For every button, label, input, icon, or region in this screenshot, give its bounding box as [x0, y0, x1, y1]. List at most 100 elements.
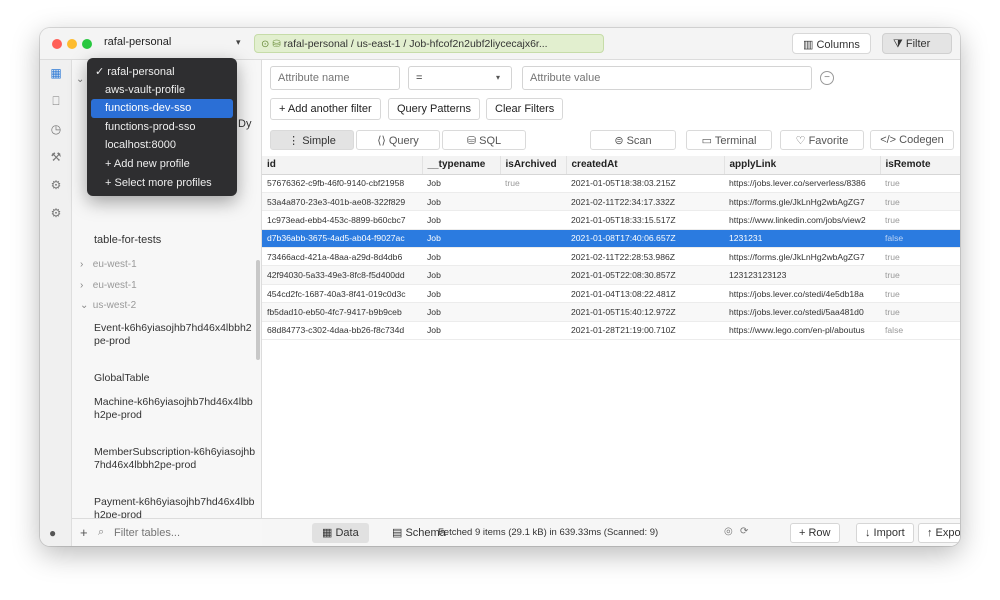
cell-applylink[interactable]: https://www.linkedin.com/jobs/view2	[724, 210, 880, 230]
cell-isarchived[interactable]	[500, 229, 566, 249]
cell-createdat[interactable]: 2021-02-11T22:28:53.986Z	[566, 247, 724, 267]
profile-menu-item-rafal-personal[interactable]: ✓ rafal-personal	[91, 62, 233, 81]
attribute-name-input[interactable]	[270, 66, 400, 90]
cell-typename[interactable]: Job	[422, 210, 500, 230]
cell-applylink[interactable]: https://jobs.lever.co/stedi/5aa481d0	[724, 302, 880, 322]
sidebar-item-globaltable[interactable]: GlobalTable	[94, 372, 256, 385]
table-row[interactable]: 68d84773-c302-4daa-bb26-f8c734d Job 2021…	[262, 321, 960, 341]
cell-isarchived[interactable]	[500, 321, 566, 341]
favorite-button[interactable]: ♡ Favorite	[780, 130, 864, 150]
cell-createdat[interactable]: 2021-01-05T18:33:15.517Z	[566, 210, 724, 230]
sidebar-region-eu-west-1[interactable]: › eu-west-1	[80, 259, 137, 270]
sidebar-item-table-for-tests[interactable]: table-for-tests	[94, 234, 161, 246]
cell-id[interactable]: 454cd2fc-1687-40a3-8f41-019c0d3c	[262, 284, 422, 304]
cell-applylink[interactable]: https://forms.gle/JkLnHg2wbAgZG7	[724, 192, 880, 212]
cell-createdat[interactable]: 2021-01-05T18:38:03.215Z	[566, 174, 724, 193]
cell-isremote[interactable]: false	[880, 229, 960, 249]
tab-data[interactable]: ▦ Data	[312, 523, 369, 543]
clear-filters-button[interactable]: Clear Filters	[486, 98, 564, 120]
cell-applylink[interactable]: https://jobs.lever.co/serverless/8386	[724, 174, 880, 193]
table-row[interactable]: 42f94030-5a33-49e3-8fc8-f5d400dd Job 202…	[262, 265, 960, 285]
cell-createdat[interactable]: 2021-02-11T22:34:17.332Z	[566, 192, 724, 212]
breadcrumb[interactable]: ⊙ ⛁ rafal-personal / us-east-1 / Job-hfcof…	[254, 34, 604, 53]
cell-applylink[interactable]: https://www.lego.com/en-pl/aboutus	[724, 321, 880, 341]
cell-id[interactable]: 42f94030-5a33-49e3-8fc8-f5d400dd	[262, 265, 422, 285]
cell-id[interactable]: fb5dad10-eb50-4fc7-9417-b9b9ceb	[262, 302, 422, 322]
add-row-button[interactable]: + Row	[790, 523, 840, 543]
sidebar-item-event-table[interactable]: Event-k6h6yiasojhb7hd46x4lbbh2pe-prod	[94, 322, 256, 348]
cell-createdat[interactable]: 2021-01-04T13:08:22.481Z	[566, 284, 724, 304]
table-row[interactable]: 57676362-c9fb-46f0-9140-cbf21958 Job tru…	[262, 174, 960, 193]
cell-id[interactable]: d7b36abb-3675-4ad5-ab04-f9027ac	[262, 229, 422, 249]
column-header-isremote[interactable]: isRemote	[880, 156, 960, 175]
tab-query[interactable]: ⟨⟩ Query	[356, 130, 440, 150]
cell-isarchived[interactable]: true	[500, 174, 566, 193]
profile-menu-item-localhost[interactable]: localhost:8000	[91, 136, 233, 155]
sidebar-region-eu-west-1-b[interactable]: › eu-west-1	[80, 280, 137, 291]
cell-typename[interactable]: Job	[422, 321, 500, 341]
column-header-createdat[interactable]: createdAt	[566, 156, 725, 175]
add-new-profile-item[interactable]: + Add new profile	[91, 155, 233, 174]
columns-button[interactable]: ▥ Columns	[792, 33, 871, 54]
export-button[interactable]: ↑ Export	[918, 523, 960, 543]
sidebar-item-machine-table[interactable]: Machine-k6h6yiasojhb7hd46x4lbbh2pe-prod	[94, 396, 256, 422]
cell-isremote[interactable]: true	[880, 265, 960, 285]
column-header-applylink[interactable]: applyLink	[724, 156, 881, 175]
tab-simple[interactable]: ⋮ Simple	[270, 130, 354, 150]
profile-select[interactable]: rafal-personal	[104, 36, 171, 48]
cell-id[interactable]: 68d84773-c302-4daa-bb26-f8c734d	[262, 321, 422, 341]
cell-id[interactable]: 57676362-c9fb-46f0-9140-cbf21958	[262, 174, 422, 193]
query-patterns-button[interactable]: Query Patterns	[388, 98, 480, 120]
cell-createdat[interactable]: 2021-01-05T15:40:12.972Z	[566, 302, 724, 322]
tables-icon[interactable]: ▦	[49, 66, 63, 80]
cell-isarchived[interactable]	[500, 302, 566, 322]
cell-isarchived[interactable]	[500, 265, 566, 285]
table-row-selected[interactable]: d7b36abb-3675-4ad5-ab04-f9027ac Job 2021…	[262, 229, 960, 249]
table-row[interactable]: 1c973ead-ebb4-453c-8899-b60cbc7 Job 2021…	[262, 210, 960, 230]
cell-typename[interactable]: Job	[422, 192, 500, 212]
close-window-button[interactable]	[52, 39, 62, 49]
column-header-isarchived[interactable]: isArchived	[500, 156, 567, 175]
cell-typename[interactable]: Job	[422, 174, 500, 193]
region-chevron-icon[interactable]: ⌄	[76, 74, 84, 85]
cell-id[interactable]: 53a4a870-23e3-401b-ae08-322f829	[262, 192, 422, 212]
terminal-button[interactable]: ▭ Terminal	[686, 130, 772, 150]
cell-createdat[interactable]: 2021-01-08T17:40:06.657Z	[566, 229, 724, 249]
scan-button[interactable]: ⊜ Scan	[590, 130, 676, 150]
table-row[interactable]: 454cd2fc-1687-40a3-8f41-019c0d3c Job 202…	[262, 284, 960, 304]
cell-id[interactable]: 1c973ead-ebb4-453c-8899-b60cbc7	[262, 210, 422, 230]
cell-isremote[interactable]: true	[880, 192, 960, 212]
cell-isremote[interactable]: true	[880, 284, 960, 304]
cell-isremote[interactable]: false	[880, 321, 960, 341]
cell-isremote[interactable]: true	[880, 174, 960, 193]
cell-isremote[interactable]: true	[880, 247, 960, 267]
minimize-window-button[interactable]	[67, 39, 77, 49]
settings-icon[interactable]: ⚙	[49, 178, 63, 192]
select-more-profiles-item[interactable]: + Select more profiles	[91, 174, 233, 193]
codegen-button[interactable]: </> Codegen	[870, 130, 954, 150]
cell-typename[interactable]: Job	[422, 284, 500, 304]
zoom-window-button[interactable]	[82, 39, 92, 49]
remove-filter-icon[interactable]: −	[820, 71, 834, 85]
cell-isarchived[interactable]	[500, 247, 566, 267]
attribute-value-input[interactable]	[522, 66, 812, 90]
info-icon[interactable]: ◎	[724, 526, 733, 537]
cell-applylink[interactable]: https://jobs.lever.co/stedi/4e5db18a	[724, 284, 880, 304]
column-header-typename[interactable]: __typename	[422, 156, 501, 175]
refresh-icon[interactable]: ⊙	[261, 39, 269, 50]
cell-createdat[interactable]: 2021-01-05T22:08:30.857Z	[566, 265, 724, 285]
add-filter-button[interactable]: + Add another filter	[270, 98, 381, 120]
tools-icon[interactable]: ⚒	[49, 150, 63, 164]
sidebar-scrollbar[interactable]	[256, 260, 260, 360]
chat-icon[interactable]: ●	[49, 526, 56, 540]
profile-menu-item-functions-dev-sso[interactable]: functions-dev-sso	[91, 99, 233, 118]
cell-typename[interactable]: Job	[422, 302, 500, 322]
tab-sql[interactable]: ⛁ SQL	[442, 130, 526, 150]
sidebar-region-us-west-2[interactable]: ⌄ us-west-2	[80, 300, 136, 311]
refresh-icon[interactable]: ⟳	[740, 526, 748, 537]
cell-isarchived[interactable]	[500, 192, 566, 212]
chevron-down-icon[interactable]: ▾	[236, 37, 241, 48]
profile-menu-item-functions-prod-sso[interactable]: functions-prod-sso	[91, 118, 233, 137]
table-row[interactable]: 53a4a870-23e3-401b-ae08-322f829 Job 2021…	[262, 192, 960, 212]
column-header-id[interactable]: id	[262, 156, 423, 175]
